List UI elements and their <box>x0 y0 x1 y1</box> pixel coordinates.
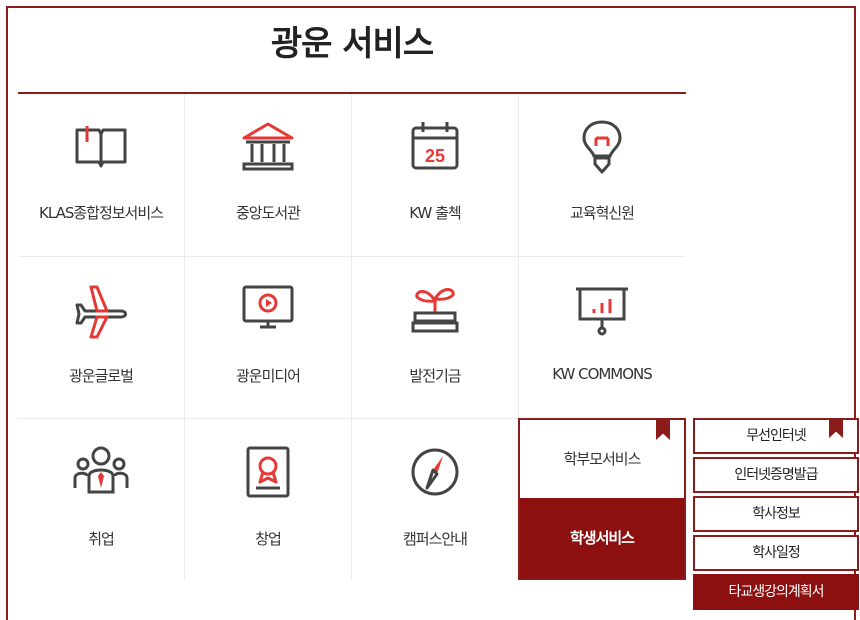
service-employment[interactable]: 취업 <box>18 420 184 580</box>
service-label: KW COMMONS <box>552 365 653 383</box>
service-label: 교육혁신원 <box>569 204 635 222</box>
service-label: 발전기금 <box>409 367 461 385</box>
service-media[interactable]: 광운미디어 <box>185 257 351 417</box>
service-label: KW 출첵 <box>409 204 462 222</box>
service-library[interactable]: 중앙도서관 <box>185 94 351 254</box>
submenu-certificate-issuance[interactable]: 인터넷증명발급 <box>693 457 859 493</box>
submenu-other-school-syllabus[interactable]: 타교생강의계획서 <box>693 574 859 610</box>
presentation-board-icon <box>576 287 628 336</box>
service-campus-guide[interactable]: 캠퍼스안내 <box>352 420 518 580</box>
submenu-academic-info[interactable]: 학사정보 <box>693 496 859 532</box>
bookmark-icon <box>829 418 843 438</box>
people-tie-icon <box>73 446 129 494</box>
service-label: 캠퍼스안내 <box>402 530 468 548</box>
submenu-wireless-internet[interactable]: 무선인터넷 <box>693 418 859 454</box>
service-kw-commons[interactable]: KW COMMONS <box>519 257 685 417</box>
student-service-button[interactable]: 학생서비스 <box>520 498 684 578</box>
certificate-icon <box>246 446 290 498</box>
sprout-books-icon <box>411 288 459 333</box>
library-building-icon <box>242 122 294 171</box>
lightbulb-icon <box>582 120 622 174</box>
student-service-submenu: 무선인터넷 인터넷증명발급 학사정보 학사일정 타교생강의계획서 <box>693 418 859 613</box>
service-kw-attendance[interactable]: 25 KW 출첵 <box>352 94 518 254</box>
service-label: 취업 <box>88 530 115 548</box>
service-startup[interactable]: 창업 <box>185 420 351 580</box>
submenu-label: 무선인터넷 <box>746 428 806 444</box>
open-book-icon <box>75 126 127 168</box>
airplane-icon <box>75 285 127 339</box>
service-label: KLAS종합정보서비스 <box>39 204 164 222</box>
page-title: 광운 서비스 <box>270 24 434 64</box>
calendar-25-icon: 25 <box>411 122 459 170</box>
calendar-date-text: 25 <box>425 146 445 166</box>
compass-icon <box>411 448 459 496</box>
service-development-fund[interactable]: 발전기금 <box>352 257 518 417</box>
submenu-label: 학사일정 <box>752 545 801 561</box>
service-label: 광운글로벌 <box>68 367 134 385</box>
service-label: 창업 <box>255 530 282 548</box>
submenu-label: 타교생강의계획서 <box>728 584 824 600</box>
service-label: 중앙도서관 <box>235 204 301 222</box>
service-label: 광운미디어 <box>235 367 301 385</box>
submenu-label: 인터넷증명발급 <box>734 467 818 483</box>
monitor-play-icon <box>242 285 294 329</box>
service-education-innovation[interactable]: 교육혁신원 <box>519 94 685 254</box>
submenu-academic-calendar[interactable]: 학사일정 <box>693 535 859 571</box>
submenu-label: 학사정보 <box>752 506 801 522</box>
service-global[interactable]: 광운글로벌 <box>18 257 184 417</box>
service-type-box: 학부모서비스 학생서비스 <box>518 418 686 580</box>
service-klas[interactable]: KLAS종합정보서비스 <box>18 94 184 254</box>
